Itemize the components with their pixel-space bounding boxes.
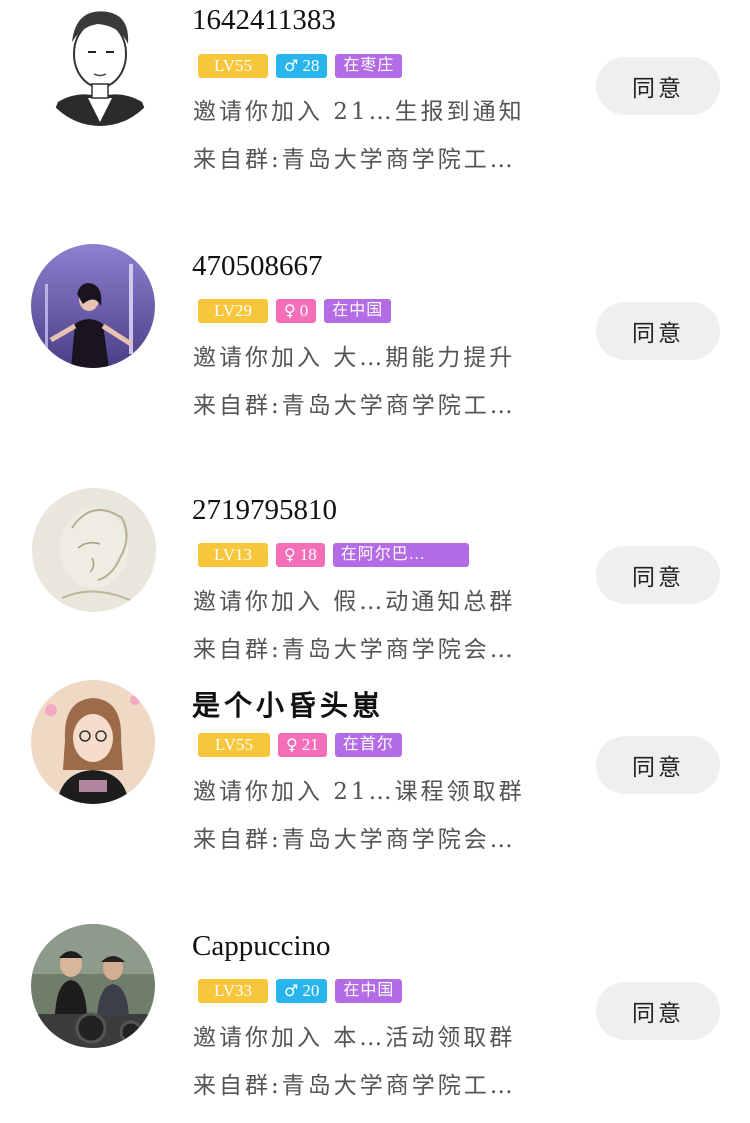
female-icon: ♀ — [286, 735, 298, 754]
user-name: 1642411383 — [192, 4, 336, 36]
agree-button[interactable]: 同意 — [596, 302, 720, 360]
level-badge: LV55 — [198, 54, 268, 78]
user-name: Cappuccino — [192, 930, 331, 962]
age-value: 20 — [302, 981, 320, 1000]
request-row: 2719795810 LV13 ♀ 18 在阿尔巴… 邀请你加入 假…动通知总群… — [0, 486, 750, 666]
request-row: Cappuccino LV33 ♂ 20 在中国 邀请你加入 本…活动领取群 来… — [0, 922, 750, 1122]
invite-text: 邀请你加入 大…期能力提升 — [193, 345, 516, 371]
level-badge: LV29 — [198, 299, 268, 323]
user-tags: LV55 ♂ 28 在枣庄 — [198, 54, 403, 78]
agree-button[interactable]: 同意 — [596, 982, 720, 1040]
location-badge: 在中国 — [324, 299, 392, 323]
gender-age-badge: ♀ 18 — [276, 543, 325, 567]
agree-button[interactable]: 同意 — [596, 546, 720, 604]
male-icon: ♂ — [284, 56, 299, 75]
female-icon: ♀ — [284, 545, 296, 564]
user-name: 2719795810 — [192, 494, 337, 526]
request-row: 1642411383 LV55 ♂ 28 在枣庄 邀请你加入 21…生报到通知 … — [0, 0, 750, 200]
source-group-text: 来自群:青岛大学商学院工… — [193, 393, 516, 419]
woman-purple-photo-avatar[interactable] — [31, 244, 155, 368]
age-value: 0 — [299, 301, 309, 320]
male-icon: ♂ — [284, 981, 299, 1000]
gender-age-badge: ♂ 20 — [276, 979, 328, 1003]
source-group-text: 来自群:青岛大学商学院工… — [193, 147, 516, 173]
level-badge: LV55 — [198, 733, 270, 757]
agree-button[interactable]: 同意 — [596, 57, 720, 115]
sketch-portrait-avatar[interactable] — [32, 488, 156, 612]
invite-text: 邀请你加入 本…活动领取群 — [193, 1025, 516, 1051]
group-photo-avatar[interactable] — [31, 924, 155, 1048]
level-badge: LV33 — [198, 979, 268, 1003]
gender-age-badge: ♀ 0 — [276, 299, 317, 323]
user-tags: LV33 ♂ 20 在中国 — [198, 979, 403, 1003]
location-badge: 在中国 — [335, 979, 403, 1003]
source-group-text: 来自群:青岛大学商学院会… — [193, 827, 516, 853]
user-name: 是个小昏头崽 — [192, 689, 385, 722]
gender-age-badge: ♂ 28 — [276, 54, 328, 78]
age-value: 28 — [302, 56, 320, 75]
age-value: 18 — [299, 545, 317, 564]
source-group-text: 来自群:青岛大学商学院会… — [193, 637, 516, 663]
invite-text: 邀请你加入 21…课程领取群 — [193, 779, 525, 805]
location-badge: 在枣庄 — [335, 54, 403, 78]
location-badge: 在首尔 — [334, 733, 402, 757]
level-badge: LV13 — [198, 543, 268, 567]
request-row: 是个小昏头崽 LV55 ♀ 21 在首尔 邀请你加入 21…课程领取群 来自群:… — [0, 676, 750, 866]
user-tags: LV29 ♀ 0 在中国 — [198, 299, 392, 323]
location-badge: 在阿尔巴… — [332, 543, 469, 567]
user-tags: LV55 ♀ 21 在首尔 — [198, 733, 402, 757]
invite-text: 邀请你加入 假…动通知总群 — [193, 589, 516, 615]
user-tags: LV13 ♀ 18 在阿尔巴… — [198, 543, 469, 567]
invite-text: 邀请你加入 21…生报到通知 — [193, 99, 525, 125]
agree-button[interactable]: 同意 — [596, 736, 720, 794]
user-name: 470508667 — [192, 250, 323, 282]
girl-photo-avatar[interactable] — [31, 680, 155, 804]
gender-age-badge: ♀ 21 — [278, 733, 327, 757]
source-group-text: 来自群:青岛大学商学院工… — [193, 1073, 516, 1099]
female-icon: ♀ — [284, 301, 296, 320]
cartoon-man-avatar[interactable] — [38, 2, 162, 126]
request-row: 470508667 LV29 ♀ 0 在中国 邀请你加入 大…期能力提升 来自群… — [0, 240, 750, 440]
age-value: 21 — [301, 735, 319, 754]
